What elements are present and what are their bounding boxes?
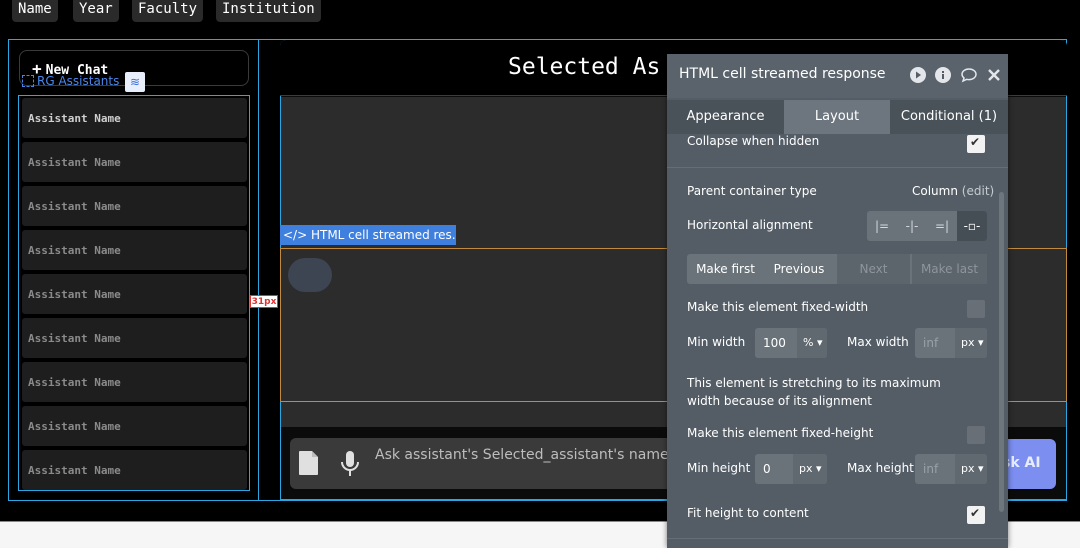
top-tab-faculty[interactable]: Faculty <box>132 0 204 22</box>
info-icon[interactable] <box>935 67 951 83</box>
next-button[interactable]: Next <box>837 254 910 284</box>
collapse-when-hidden-label: Collapse when hidden <box>687 134 820 148</box>
selected-element-tag[interactable]: </> HTML cell streamed res... <box>280 225 456 245</box>
repeating-group-icon <box>22 75 34 87</box>
microphone-icon[interactable] <box>340 450 360 478</box>
collapse-when-hidden-checkbox[interactable] <box>967 135 985 153</box>
fit-height-checkbox[interactable] <box>967 506 985 524</box>
page-title: Selected As <box>508 54 661 80</box>
parent-container-type-value: Column (edit) <box>912 184 994 198</box>
database-icon[interactable]: ≋ <box>125 72 145 92</box>
fixed-width-checkbox[interactable] <box>967 300 985 318</box>
divider <box>667 167 1008 168</box>
close-icon[interactable] <box>987 67 1001 83</box>
tab-conditional[interactable]: Conditional (1) <box>890 100 1008 134</box>
comment-icon[interactable] <box>960 67 978 83</box>
list-item[interactable]: Assistant Name <box>22 274 247 314</box>
min-height-unit-select[interactable]: px ▾ <box>793 454 827 484</box>
property-editor-panel: HTML cell streamed response Appearance L… <box>667 54 1008 548</box>
min-height-unit: px <box>799 462 813 475</box>
chat-input[interactable]: Ask assistant's Selected_assistant's nam… <box>375 447 667 463</box>
tab-layout[interactable]: Layout <box>784 100 890 134</box>
list-item[interactable]: Assistant Name <box>22 186 247 226</box>
max-height-label: Max height <box>847 461 914 475</box>
fit-height-label: Fit height to content <box>687 506 809 520</box>
repeating-group-label: RG Assistants <box>22 74 119 88</box>
min-height-label: Min height <box>687 461 751 475</box>
element-order-group: Make first Previous Next Make last <box>687 254 987 284</box>
fixed-height-checkbox[interactable] <box>967 426 985 444</box>
list-item[interactable]: Assistant Name <box>22 98 247 138</box>
max-height-unit-select[interactable]: px ▾ <box>955 454 987 484</box>
list-item[interactable]: Assistant Name <box>22 318 247 358</box>
max-width-label: Max width <box>847 335 909 349</box>
max-width-unit-select[interactable]: px ▾ <box>955 328 987 358</box>
play-icon[interactable] <box>910 67 926 83</box>
max-width-unit: px <box>961 336 975 349</box>
list-item[interactable]: Assistant Name <box>22 450 247 490</box>
align-stretch-icon[interactable]: -▫- <box>957 211 987 241</box>
layout-properties: Collapse when hidden Parent container ty… <box>667 134 1008 548</box>
top-tab-name[interactable]: Name <box>12 0 58 22</box>
document-icon[interactable] <box>298 450 320 476</box>
list-item[interactable]: Assistant Name <box>22 142 247 182</box>
parent-container-type-label: Parent container type <box>687 184 817 198</box>
tab-appearance[interactable]: Appearance <box>667 100 784 134</box>
list-item[interactable]: Assistant Name <box>22 230 247 270</box>
stretch-note: This element is stretching to its maximu… <box>687 376 941 408</box>
property-tabs: Appearance Layout Conditional (1) <box>667 100 1008 134</box>
fixed-height-label: Make this element fixed-height <box>687 426 874 440</box>
spacing-badge: 31px <box>250 295 278 308</box>
avatar <box>288 258 332 292</box>
align-right-icon[interactable]: =| <box>927 211 957 241</box>
align-center-icon[interactable]: -|- <box>897 211 927 241</box>
previous-button[interactable]: Previous <box>764 254 834 284</box>
min-width-unit: % <box>803 336 814 349</box>
horizontal-alignment-label: Horizontal alignment <box>687 218 813 232</box>
fixed-width-label: Make this element fixed-width <box>687 300 869 314</box>
edit-container-link[interactable]: (edit) <box>962 184 994 198</box>
make-first-button[interactable]: Make first <box>687 254 764 284</box>
property-panel-header: HTML cell streamed response <box>667 54 1008 98</box>
align-left-icon[interactable]: |= <box>867 211 897 241</box>
make-last-button[interactable]: Make last <box>912 254 987 284</box>
repeating-group-name: RG Assistants <box>37 74 120 88</box>
property-panel-title: HTML cell streamed response <box>679 66 886 82</box>
min-width-label: Min width <box>687 335 746 349</box>
max-height-unit: px <box>961 462 975 475</box>
list-item[interactable]: Assistant Name <box>22 406 247 446</box>
min-width-unit-select[interactable]: % ▾ <box>797 328 827 358</box>
container-type-value: Column <box>912 184 958 198</box>
property-panel-scrollbar[interactable] <box>999 192 1004 512</box>
divider <box>667 538 1008 539</box>
list-item[interactable]: Assistant Name <box>22 362 247 402</box>
top-tab-institution[interactable]: Institution <box>216 0 321 22</box>
repeating-group-assistants: Assistant Name Assistant Name Assistant … <box>18 95 250 491</box>
top-tab-year[interactable]: Year <box>73 0 119 22</box>
horizontal-alignment-group: |= -|- =| -▫- <box>867 211 987 241</box>
